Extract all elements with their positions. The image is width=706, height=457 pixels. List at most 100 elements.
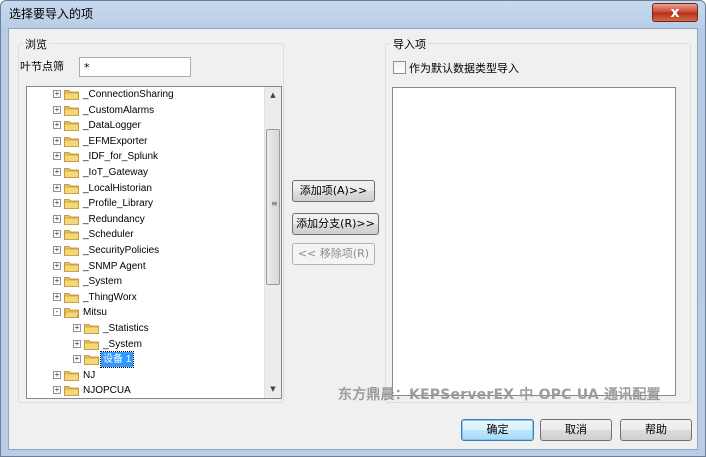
tree-item-label: _Scheduler [83, 229, 134, 241]
tree-item-label: _SecurityPolicies [83, 245, 160, 256]
folder-icon [64, 90, 79, 100]
add-item-button[interactable]: 添加项(A)>> [292, 180, 375, 202]
tree-item[interactable]: + _ConnectionSharing [27, 87, 263, 102]
tree-item-label: _Redundancy [83, 213, 145, 225]
expand-icon[interactable]: + [53, 105, 61, 114]
tree-item[interactable]: + _IDF_for_Splunk [27, 149, 263, 164]
tree-item-label: NJOPCUA [83, 385, 131, 397]
folder-icon [64, 370, 79, 381]
tree-item-label: _SNMP Agent [83, 260, 146, 272]
expand-icon[interactable]: + [73, 339, 81, 348]
scroll-up-arrow-icon[interactable]: ▲ [265, 87, 281, 103]
expand-icon[interactable]: + [53, 277, 61, 286]
tree-item[interactable]: + _SecurityPolicies [27, 243, 263, 258]
tree-item-label: _System [83, 276, 122, 288]
tree-vertical-scrollbar[interactable]: ▲ ≡ ▼ [264, 87, 281, 398]
tree-item-label: _Profile_Library [83, 198, 154, 210]
default-type-label: 作为默认数据类型导入 [409, 62, 519, 75]
tree-item[interactable]: + _CustomAlarms [27, 103, 263, 118]
folder-icon [64, 230, 79, 241]
expand-icon[interactable]: + [53, 183, 61, 192]
folder-icon [64, 308, 79, 319]
expand-icon[interactable]: + [53, 90, 61, 98]
tree-item-label: _DataLogger [83, 120, 141, 132]
expand-icon[interactable]: + [73, 324, 81, 332]
tree-item[interactable]: + _SNMP Agent [27, 259, 263, 274]
tree-items: + _ConnectionSharing + _CustomAlarms + _DataL… [27, 87, 263, 398]
leaf-filter-input[interactable] [79, 57, 191, 77]
expand-icon[interactable]: + [53, 246, 61, 254]
folder-icon [64, 136, 79, 147]
ok-button[interactable]: 确定 [461, 419, 534, 441]
tree-item[interactable]: + _EFMExporter [27, 134, 263, 149]
tree-item[interactable]: + NJ [27, 368, 263, 383]
browse-tree[interactable]: + _ConnectionSharing + _CustomAlarms + _DataL… [26, 86, 282, 399]
expand-icon[interactable]: + [53, 261, 61, 270]
tree-item[interactable]: + _System [27, 337, 263, 352]
scroll-thumb[interactable]: ≡ [266, 129, 280, 285]
folder-icon [84, 355, 99, 366]
import-group-label: 导入项 [391, 36, 428, 52]
add-branch-button[interactable]: 添加分支(R)>> [292, 213, 379, 235]
folder-icon [64, 277, 79, 288]
tree-item[interactable]: + _IoT_Gateway [27, 165, 263, 180]
folder-icon [64, 214, 79, 225]
folder-icon [64, 386, 79, 397]
tree-item[interactable]: + 设备 1 [27, 351, 263, 369]
default-type-checkbox[interactable] [393, 61, 406, 74]
dialog-window: 选择要导入的项 x 浏览 叶节点筛 + _ConnectionSharing + _C… [0, 0, 706, 457]
tree-item[interactable]: - Mitsu [27, 305, 263, 320]
help-button[interactable]: 帮助 [620, 419, 692, 441]
tree-item-label: NJ [83, 369, 96, 381]
dialog-client-area: 浏览 叶节点筛 + _ConnectionSharing + _CustomAlarm… [8, 28, 698, 450]
scroll-grip-icon: ≡ [271, 199, 278, 208]
import-items-list[interactable] [392, 87, 676, 396]
tree-item-label: 设备 1 [99, 351, 135, 369]
tree-item[interactable]: + _DataLogger [27, 118, 263, 133]
tree-item-label: _System [103, 338, 142, 350]
tree-item-label: _ConnectionSharing [83, 89, 174, 100]
tree-item[interactable]: + _LocalHistorian [27, 181, 263, 196]
folder-icon [64, 292, 79, 303]
expand-icon[interactable]: + [53, 168, 61, 176]
expand-icon[interactable]: + [53, 199, 61, 208]
expand-icon[interactable]: + [53, 136, 61, 145]
tree-item[interactable]: + _Statistics [27, 321, 263, 336]
tree-item[interactable]: + _Profile_Library [27, 196, 263, 211]
cancel-button[interactable]: 取消 [540, 419, 612, 441]
window-title: 选择要导入的项 [9, 7, 94, 21]
folder-icon [64, 105, 79, 116]
tree-item-label: _CustomAlarms [83, 104, 155, 116]
remove-item-button[interactable]: << 移除项(R) [292, 243, 375, 265]
folder-icon [84, 324, 99, 334]
expand-icon[interactable]: + [53, 121, 61, 130]
expand-icon[interactable]: + [73, 355, 81, 364]
expand-icon[interactable]: + [53, 230, 61, 239]
tree-item[interactable]: + NJOPCUA [27, 383, 263, 398]
tree-item[interactable]: + _ThingWorx [27, 290, 263, 305]
tree-item[interactable]: + _System [27, 274, 263, 289]
expand-icon[interactable]: + [53, 386, 61, 395]
folder-icon [64, 168, 79, 178]
folder-icon [64, 152, 79, 163]
title-bar[interactable]: 选择要导入的项 x [1, 1, 705, 27]
folder-icon [64, 183, 79, 194]
tree-item[interactable]: + _Scheduler [27, 227, 263, 242]
folder-icon [64, 121, 79, 132]
watermark-text: 东方鼎晨：KEPServerEX 中 OPC UA 通讯配置 [338, 387, 661, 403]
tree-item-label: _ThingWorx [83, 291, 137, 303]
leaf-filter-label: 叶节点筛 [20, 60, 64, 73]
expand-icon[interactable]: + [53, 214, 61, 223]
scroll-down-arrow-icon[interactable]: ▼ [265, 381, 281, 397]
tree-item-label: _IoT_Gateway [83, 167, 149, 178]
expand-icon[interactable]: + [53, 370, 61, 379]
folder-icon [64, 199, 79, 210]
expand-icon[interactable]: + [53, 292, 61, 301]
close-button[interactable]: x [652, 3, 698, 22]
expand-icon[interactable]: + [53, 152, 61, 161]
collapse-icon[interactable]: - [53, 308, 61, 317]
folder-icon [84, 339, 99, 350]
tree-item[interactable]: + _Redundancy [27, 212, 263, 227]
tree-item-label: _LocalHistorian [83, 182, 152, 194]
tree-item-label: _IDF_for_Splunk [83, 151, 159, 163]
